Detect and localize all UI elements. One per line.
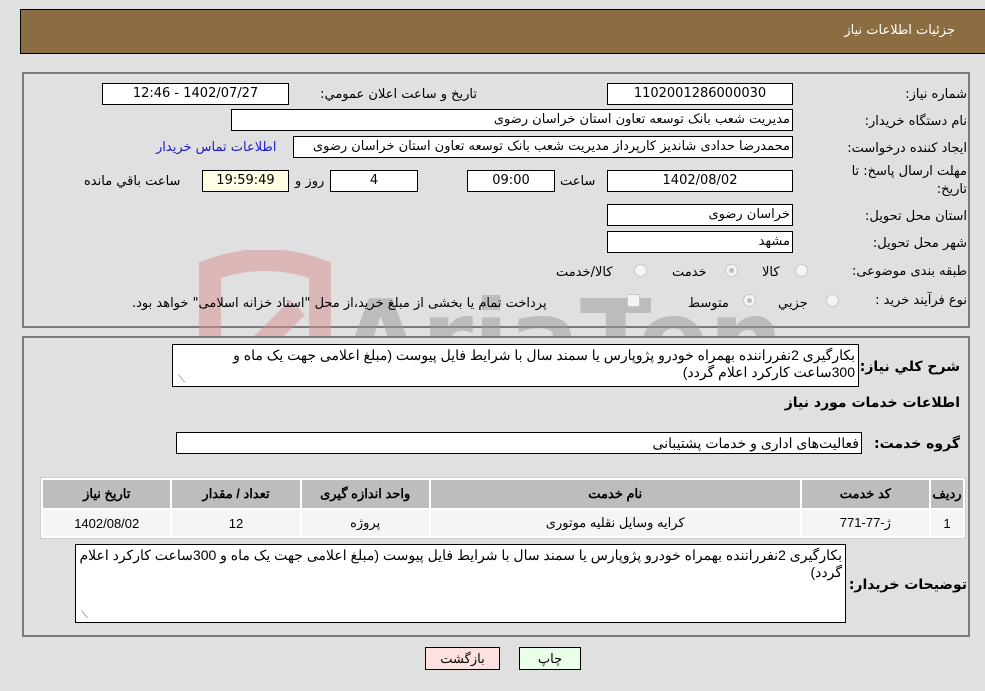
deadline-label-line1: مهلت ارسال پاسخ: تا [851, 164, 967, 179]
cell-row-number: 1 [931, 510, 963, 536]
announce-datetime-field: 1402/07/27 - 12:46 [102, 83, 289, 105]
purchase-option-medium: متوسط [688, 296, 729, 311]
category-option-goods-service: کالا/خدمت [556, 265, 613, 280]
delivery-province-label: استان محل تحویل: [865, 209, 967, 224]
category-radio-service[interactable] [725, 264, 738, 277]
back-button[interactable]: بازگشت [425, 647, 500, 670]
general-description-field[interactable]: بکارگیری 2نفرراننده بهمراه خودرو پژوپارس… [172, 344, 859, 387]
general-description-label: شرح كلي نياز: [859, 359, 960, 375]
col-header-unit: واحد اندازه گیری [301, 480, 429, 508]
category-radio-goods-service[interactable] [634, 264, 647, 277]
deadline-time-field: 09:00 [467, 170, 555, 192]
remaining-days-field: 4 [330, 170, 418, 192]
deadline-label-line2: تاریخ: [936, 182, 967, 197]
print-button[interactable]: چاپ [519, 647, 581, 670]
general-description-text: بکارگیری 2نفرراننده بهمراه خودرو پژوپارس… [233, 347, 855, 380]
announce-datetime-label: تاریخ و ساعت اعلان عمومي: [320, 87, 477, 102]
delivery-city-field: مشهد [607, 231, 793, 253]
remaining-days-label: روز و [295, 174, 325, 189]
col-header-service-code: کد خدمت [801, 480, 930, 508]
services-heading: اطلاعات خدمات مورد نیاز [784, 395, 960, 411]
table-row: 1 ژ-77-771 کرایه وسایل نقلیه موتوری پروژ… [43, 510, 963, 536]
buyer-org-field: مدیریت شعب بانک توسعه تعاون استان خراسان… [231, 109, 793, 131]
col-header-row-number: ردیف [931, 480, 963, 508]
purchase-radio-minor[interactable] [826, 294, 839, 307]
requester-label: ایجاد کننده درخواست: [847, 141, 967, 156]
category-option-goods: کالا [762, 265, 780, 280]
col-header-quantity: تعداد / مقدار [172, 480, 300, 508]
buyer-notes-field[interactable]: بکارگیری 2نفرراننده بهمراه خودرو پژوپارس… [75, 544, 846, 623]
delivery-city-label: شهر محل تحویل: [872, 236, 967, 251]
page-title: جزئیات اطلاعات نیاز [844, 23, 955, 38]
service-group-field: فعالیت‌های اداری و خدمات پشتیبانی [176, 432, 862, 454]
page-header: جزئیات اطلاعات نیاز [20, 9, 985, 54]
service-group-label: گروه خدمت: [874, 436, 960, 452]
buyer-contact-link[interactable]: اطلاعات تماس خریدار [156, 140, 276, 155]
buyer-org-label: نام دستگاه خریدار: [864, 114, 967, 129]
category-radio-goods[interactable] [795, 264, 808, 277]
need-number-label: شماره نیاز: [905, 87, 967, 102]
remaining-time-label: ساعت باقي مانده [84, 174, 181, 189]
purchase-option-minor: جزيي [778, 296, 808, 311]
col-header-service-name: نام خدمت [430, 480, 800, 508]
delivery-province-field: خراسان رضوی [607, 204, 793, 226]
services-table: ردیف کد خدمت نام خدمت واحد اندازه گیری ت… [40, 477, 966, 539]
deadline-date-field: 1402/08/02 [607, 170, 793, 192]
remaining-time-field: 19:59:49 [202, 170, 289, 192]
need-number-field: 1102001286000030 [607, 83, 793, 105]
deadline-time-label: ساعت [560, 174, 596, 189]
purchase-radio-medium[interactable] [743, 294, 756, 307]
resize-grip-icon[interactable]: ⟋ [175, 375, 185, 385]
treasury-checkbox[interactable] [627, 294, 640, 307]
cell-service-code: ژ-77-771 [801, 510, 930, 536]
requester-field: محمدرضا حدادی شاندیز کارپرداز مدیریت شعب… [293, 136, 793, 158]
treasury-note: پرداخت تمام یا بخشی از مبلغ خرید،از محل … [132, 296, 547, 311]
resize-grip-icon[interactable]: ⟋ [78, 611, 88, 621]
buyer-notes-label: توضیحات خریدار: [848, 577, 967, 593]
cell-unit: پروژه [301, 510, 429, 536]
cell-quantity: 12 [172, 510, 300, 536]
category-option-service: خدمت [672, 265, 707, 280]
table-header-row: ردیف کد خدمت نام خدمت واحد اندازه گیری ت… [43, 480, 963, 508]
cell-need-date: 1402/08/02 [43, 510, 171, 536]
col-header-need-date: تاریخ نیاز [43, 480, 171, 508]
category-label: طبقه بندی موضوعی: [851, 264, 967, 279]
buyer-notes-text: بکارگیری 2نفرراننده بهمراه خودرو پژوپارس… [79, 547, 842, 580]
purchase-type-label: نوع فرآیند خرید : [875, 293, 967, 308]
cell-service-name: کرایه وسایل نقلیه موتوری [430, 510, 800, 536]
